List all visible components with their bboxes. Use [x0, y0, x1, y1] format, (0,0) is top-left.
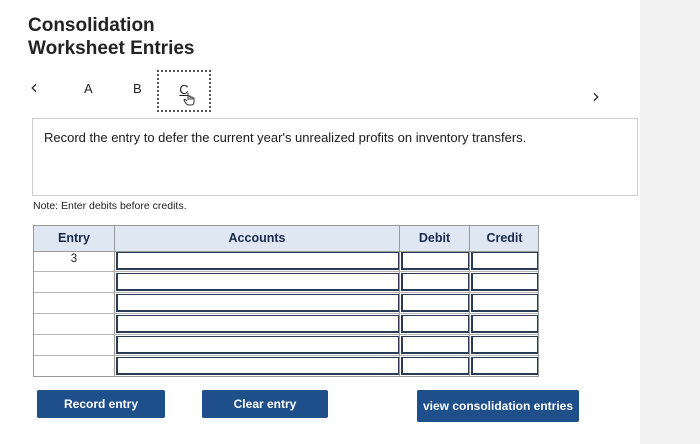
tab-b[interactable]: B — [133, 81, 142, 96]
page-margin — [640, 0, 700, 444]
col-entry-header: Entry — [58, 231, 90, 245]
debit-input[interactable] — [401, 273, 469, 291]
col-accounts-header: Accounts — [228, 231, 286, 245]
account-input[interactable] — [116, 315, 399, 333]
table-row — [34, 335, 538, 356]
credit-input[interactable] — [471, 357, 538, 375]
hand-pointer-icon — [183, 93, 195, 106]
debit-input[interactable] — [401, 252, 469, 270]
credit-input[interactable] — [471, 294, 538, 312]
account-input[interactable] — [116, 336, 399, 354]
account-input[interactable] — [116, 252, 399, 270]
journal-table: Entry Accounts Debit Credit 3 — [33, 225, 539, 377]
table-row — [34, 356, 538, 377]
col-credit-header: Credit — [486, 231, 523, 245]
record-entry-button[interactable]: Record entry — [37, 390, 165, 418]
credit-input[interactable] — [471, 336, 538, 354]
account-input[interactable] — [116, 273, 399, 291]
account-input[interactable] — [116, 357, 399, 375]
chevron-right-icon[interactable]: › — [592, 84, 600, 108]
view-consolidation-entries-button[interactable]: view consolidation entries — [417, 390, 579, 422]
debit-input[interactable] — [401, 294, 469, 312]
debit-input[interactable] — [401, 336, 469, 354]
debit-input[interactable] — [401, 315, 469, 333]
page-title: Consolidation Worksheet Entries — [28, 14, 194, 60]
tab-a[interactable]: A — [84, 81, 93, 96]
journal-header: Entry Accounts Debit Credit — [34, 226, 538, 252]
title-line-2: Worksheet Entries — [28, 38, 195, 59]
table-row — [34, 272, 538, 293]
tab-c[interactable]: C — [157, 70, 211, 112]
col-debit-header: Debit — [418, 231, 451, 245]
account-input[interactable] — [116, 294, 399, 312]
title-line-1: Consolidation — [28, 15, 155, 36]
table-row: 3 — [34, 251, 538, 272]
main-panel: Consolidation Worksheet Entries ‹ A B C … — [0, 0, 640, 444]
entry-number: 3 — [70, 253, 78, 265]
credit-input[interactable] — [471, 315, 538, 333]
instruction-box: Record the entry to defer the current ye… — [32, 118, 638, 196]
clear-entry-button[interactable]: Clear entry — [202, 390, 328, 418]
table-row — [34, 293, 538, 314]
note-text: Note: Enter debits before credits. — [33, 200, 187, 212]
debit-input[interactable] — [401, 357, 469, 375]
table-row — [34, 314, 538, 335]
chevron-left-icon[interactable]: ‹ — [30, 75, 38, 99]
credit-input[interactable] — [471, 273, 538, 291]
credit-input[interactable] — [471, 252, 538, 270]
